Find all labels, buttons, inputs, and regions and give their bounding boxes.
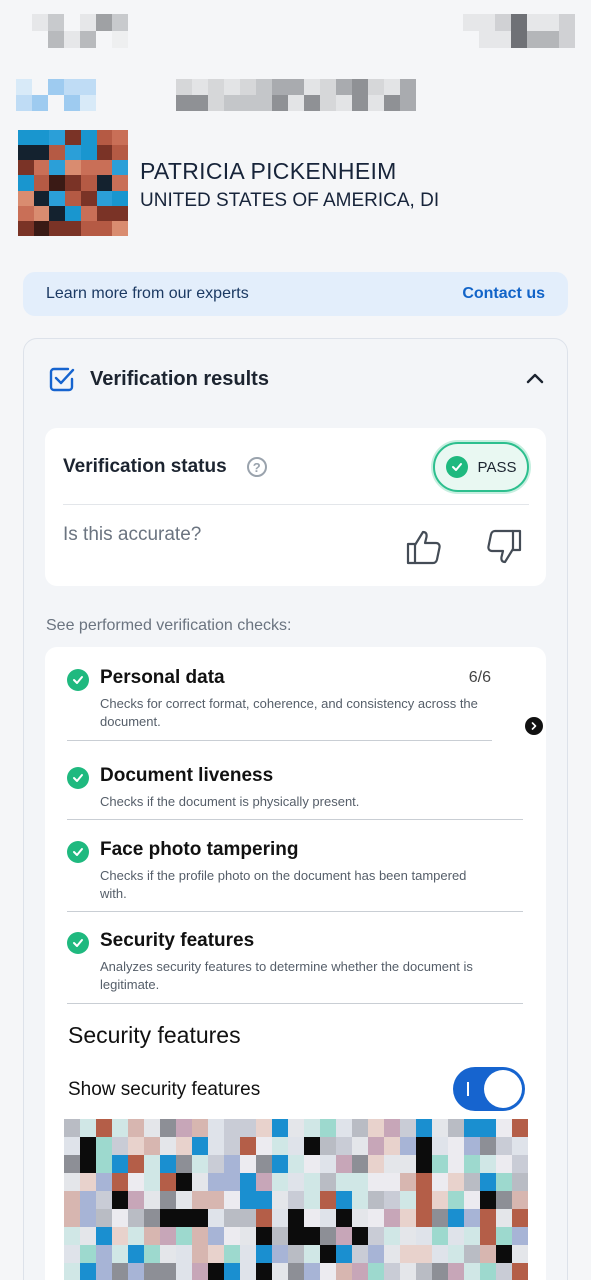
verification-results-panel: Verification results Verification status… [23,338,568,1280]
check-security-features: Security features Analyzes security feat… [67,930,522,1000]
divider [67,911,523,912]
divider [67,1003,523,1004]
check-title: Security features [100,930,255,951]
status-badge: PASS [433,442,529,492]
status-badge-label: PASS [477,458,517,476]
thumbs-up-icon[interactable] [405,528,443,566]
thumbs-down-icon[interactable] [485,528,523,566]
redacted-status-icons [463,14,575,48]
verification-status-label: Verification status [63,456,227,477]
check-title: Document liveness [100,765,274,786]
check-face-photo-tampering: Face photo tampering Checks if the profi… [67,839,522,909]
chevron-right-icon[interactable] [525,717,543,735]
check-description: Checks for correct format, coherence, an… [100,696,478,729]
verification-status-row: Verification status ? PASS [63,442,529,492]
experts-banner: Learn more from our experts Contact us [23,272,568,316]
check-document-liveness: Document liveness Checks if the document… [67,765,522,815]
contact-us-link[interactable]: Contact us [462,285,545,303]
person-name: PATRICIA PICKENHEIM [140,158,397,184]
toggle-knob [484,1070,522,1108]
checks-list: Personal data 6/6 Checks for correct for… [45,647,546,1280]
check-title: Personal data [100,667,225,688]
checkbox-checked-icon [49,367,75,392]
check-circle-icon [67,669,89,691]
check-circle-icon [67,767,89,789]
redacted-document-image [64,1119,528,1280]
check-circle-icon [67,932,89,954]
checks-intro: See performed verification checks: [46,617,292,634]
avatar [18,130,128,236]
show-security-features-label: Show security features [68,1079,261,1100]
verification-results-header[interactable]: Verification results [48,363,546,395]
check-description: Checks if the profile photo on the docum… [100,868,467,901]
redacted-page-header [176,79,416,111]
person-country: UNITED STATES OF AMERICA, DI [140,190,440,211]
help-icon[interactable]: ? [246,457,267,477]
check-title: Face photo tampering [100,839,299,860]
check-description: Checks if the document is physically pre… [100,794,360,809]
divider [67,819,523,820]
chevron-up-icon[interactable] [524,368,546,390]
experts-banner-text: Learn more from our experts [46,285,249,302]
verification-results-title: Verification results [90,367,269,390]
check-description: Analyzes security features to determine … [100,959,473,992]
check-count: 6/6 [468,669,491,686]
redacted-status-time [32,14,128,48]
divider [63,504,529,505]
redacted-back-link[interactable] [16,79,112,111]
verification-status-card: Verification status ? PASS Is this accur… [45,428,546,586]
check-personal-data[interactable]: Personal data 6/6 Checks for correct for… [67,667,543,737]
divider [67,740,492,741]
show-security-features-toggle[interactable] [453,1067,525,1111]
toggle-on-indicator [467,1082,469,1096]
accuracy-prompt: Is this accurate? [63,524,202,545]
security-features-title: Security features [68,1022,241,1048]
check-circle-icon [67,841,89,863]
check-circle-icon [445,456,468,478]
